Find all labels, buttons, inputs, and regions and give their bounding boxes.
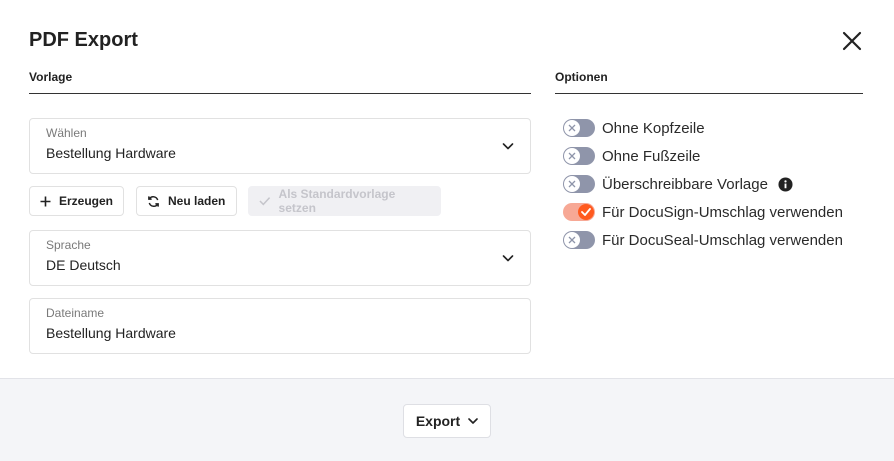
language-select-label: Sprache — [46, 238, 91, 252]
template-select-label: Wählen — [46, 126, 87, 140]
info-icon[interactable] — [778, 176, 793, 192]
close-button[interactable] — [838, 27, 866, 55]
x-icon — [568, 152, 576, 160]
dialog-footer: Export — [0, 378, 894, 461]
reload-button[interactable]: Neu laden — [136, 186, 237, 216]
export-button-label: Export — [415, 413, 461, 429]
option-label: Ohne Fußzeile — [602, 147, 701, 165]
reload-button-label: Neu laden — [168, 194, 226, 208]
create-button-label: Erzeugen — [58, 194, 113, 208]
option-label: Für DocuSeal-Umschlag verwenden — [602, 231, 843, 249]
option-docusign: Für DocuSign-Umschlag verwenden — [563, 202, 843, 222]
set-default-button[interactable]: Als Standardvorlage setzen — [248, 186, 441, 216]
template-select-value: Bestellung Hardware — [46, 145, 176, 161]
option-ueberschreibbare-vorlage: Überschreibbare Vorlage — [563, 174, 793, 194]
filename-field[interactable]: Dateiname Bestellung Hardware — [29, 298, 531, 354]
x-icon — [568, 180, 576, 188]
toggle-switch[interactable] — [563, 231, 595, 249]
toggle-switch[interactable] — [563, 119, 595, 137]
language-select-value: DE Deutsch — [46, 257, 121, 273]
toggle-switch[interactable] — [563, 147, 595, 165]
create-button[interactable]: Erzeugen — [29, 186, 124, 216]
chevron-down-icon — [502, 143, 514, 150]
option-label: Ohne Kopfzeile — [602, 119, 705, 137]
set-default-button-label: Als Standardvorlage setzen — [278, 187, 396, 215]
refresh-icon — [148, 195, 159, 207]
toggle-switch[interactable] — [563, 203, 595, 221]
option-label: Überschreibbare Vorlage — [602, 175, 768, 193]
filename-field-label: Dateiname — [46, 306, 105, 320]
chevron-down-icon — [468, 418, 478, 424]
option-ohne-fusszeile: Ohne Fußzeile — [563, 146, 700, 166]
toggle-switch[interactable] — [563, 175, 595, 193]
close-icon — [842, 31, 862, 51]
filename-field-value[interactable]: Bestellung Hardware — [46, 325, 176, 341]
template-select[interactable]: Wählen Bestellung Hardware — [29, 118, 531, 174]
x-icon — [568, 236, 576, 244]
option-ohne-kopfzeile: Ohne Kopfzeile — [563, 118, 705, 138]
option-docuseal: Für DocuSeal-Umschlag verwenden — [563, 230, 843, 250]
check-icon — [259, 197, 271, 206]
vorlage-heading: Vorlage — [29, 70, 531, 94]
export-button[interactable]: Export — [403, 404, 491, 438]
language-select[interactable]: Sprache DE Deutsch — [29, 230, 531, 286]
optionen-heading: Optionen — [555, 70, 863, 94]
check-icon — [581, 208, 591, 216]
x-icon — [568, 124, 576, 132]
chevron-down-icon — [502, 255, 514, 262]
option-label: Für DocuSign-Umschlag verwenden — [602, 203, 843, 221]
dialog-title: PDF Export — [29, 29, 138, 51]
plus-icon — [40, 196, 51, 206]
